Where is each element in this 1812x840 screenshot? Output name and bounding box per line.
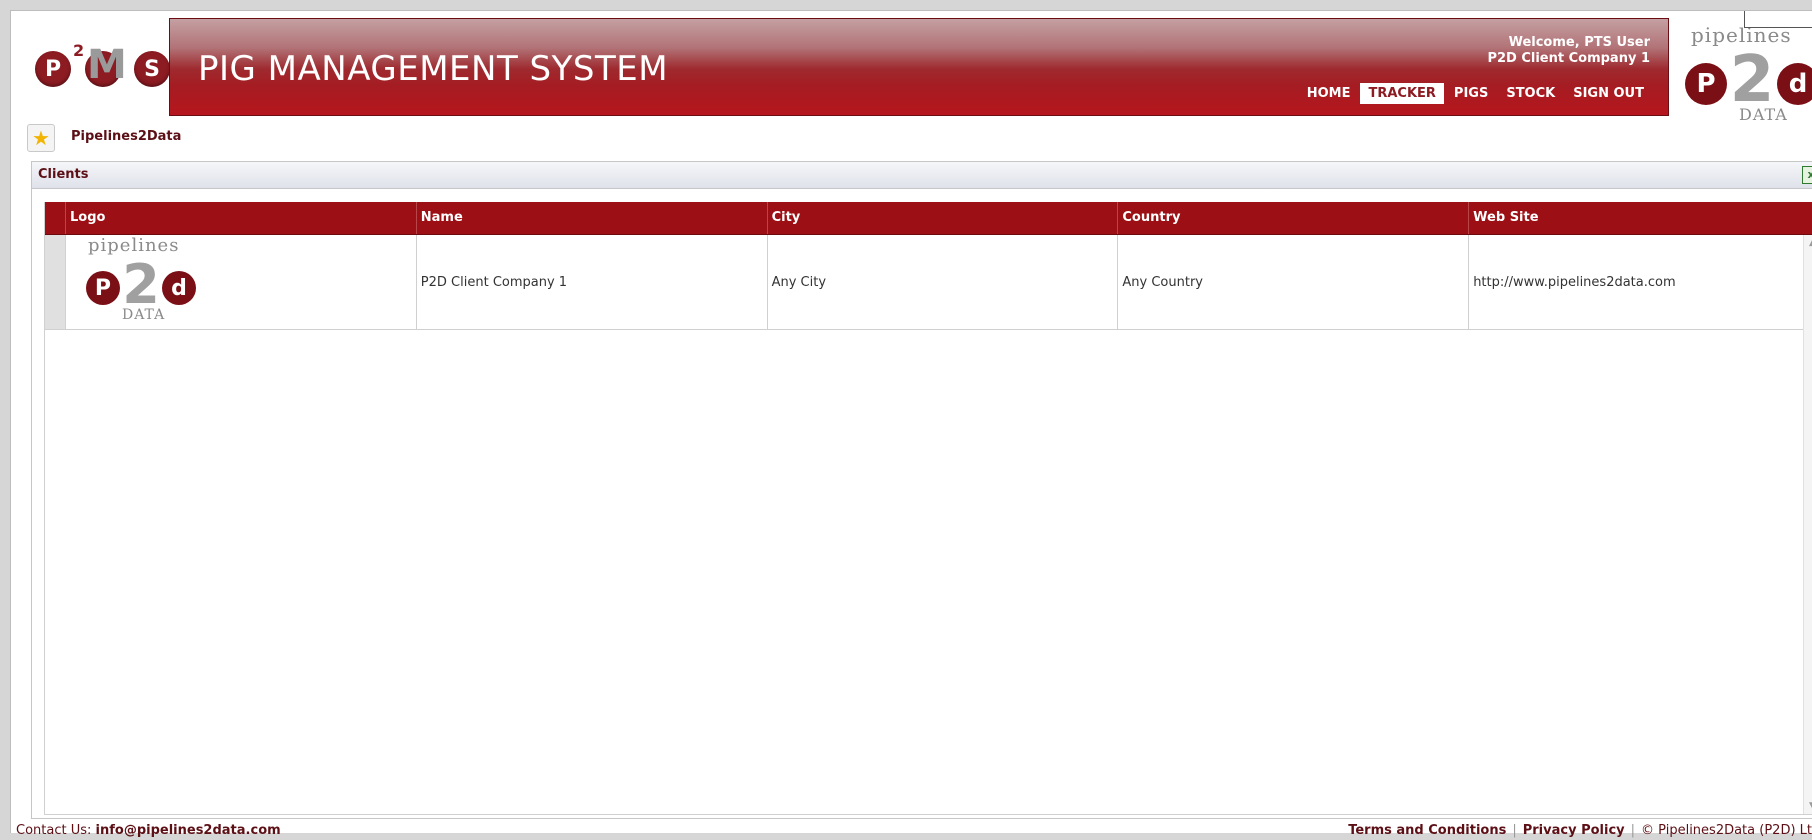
main-nav: HOME TRACKER PIGS STOCK SIGN OUT: [1299, 83, 1652, 104]
clients-panel: Clients x Logo Name City Country Web Sit…: [31, 161, 1812, 819]
p2d-logo-p: P: [1685, 63, 1727, 105]
nav-pigs[interactable]: PIGS: [1446, 83, 1496, 104]
client-logo: pipelines P 2 d DATA: [85, 235, 206, 327]
contact-email-link[interactable]: info@pipelines2data.com: [96, 823, 281, 838]
column-header-name[interactable]: Name: [417, 202, 768, 234]
footer-separator: |: [1512, 823, 1517, 838]
contact-label: Contact Us:: [16, 823, 92, 838]
table-row[interactable]: pipelines P 2 d DATA P2D Client Company …: [45, 235, 1812, 330]
footer-links: Terms and Conditions | Privacy Policy | © Pi…: [1348, 823, 1812, 839]
grid-header-row: Logo Name City Country Web Site: [45, 202, 1812, 235]
footer: Contact Us: info@pipelines2data.com Term…: [16, 823, 1812, 839]
cell-city: Any City: [768, 235, 1119, 329]
column-header-website[interactable]: Web Site: [1469, 202, 1812, 234]
nav-stock[interactable]: STOCK: [1498, 83, 1563, 104]
welcome-company: P2D Client Company 1: [1487, 51, 1650, 66]
excel-export-icon[interactable]: x: [1802, 166, 1812, 184]
welcome-user: Welcome, PTS User: [1508, 35, 1650, 50]
nav-sign-out[interactable]: SIGN OUT: [1565, 83, 1652, 104]
panel-title: Clients: [38, 167, 89, 182]
grid-scrollbar[interactable]: ▲ ▼: [1803, 235, 1812, 814]
pms-logo-m: M: [87, 42, 127, 88]
breadcrumb[interactable]: Pipelines2Data: [71, 129, 181, 144]
p2d-logo-d: d: [1777, 63, 1812, 105]
cell-logo: pipelines P 2 d DATA: [66, 235, 417, 329]
pms-logo-superscript: 2: [73, 41, 85, 60]
client-logo-word-bottom: DATA: [121, 307, 166, 323]
terms-link[interactable]: Terms and Conditions: [1348, 823, 1506, 838]
scroll-down-icon[interactable]: ▼: [1804, 798, 1812, 814]
cell-website[interactable]: http://www.pipelines2data.com: [1469, 235, 1812, 329]
star-icon[interactable]: ★: [27, 124, 55, 152]
nav-tracker[interactable]: TRACKER: [1360, 83, 1444, 104]
client-logo-p: P: [85, 271, 120, 305]
pms-logo[interactable]: P 2 M S: [23, 41, 173, 101]
scroll-up-icon[interactable]: ▲: [1804, 235, 1812, 251]
copyright-text: © Pipelines2Data (P2D) Lt: [1641, 823, 1812, 838]
cell-name: P2D Client Company 1: [417, 235, 768, 329]
column-header-logo[interactable]: Logo: [66, 202, 417, 234]
footer-separator: |: [1630, 823, 1636, 838]
clients-grid: Logo Name City Country Web Site pipeline…: [44, 202, 1812, 815]
row-selector[interactable]: [45, 235, 66, 329]
nav-home[interactable]: HOME: [1299, 83, 1359, 104]
page: P 2 M S PIG MANAGEMENT SYSTEM Welcome, P…: [10, 10, 1812, 833]
column-header-country[interactable]: Country: [1118, 202, 1470, 234]
client-logo-d: d: [161, 271, 196, 305]
window-corner-box: [1744, 11, 1812, 28]
pms-logo-p: P: [35, 51, 71, 87]
header-bar: PIG MANAGEMENT SYSTEM Welcome, PTS User …: [169, 18, 1669, 116]
p2d-logo[interactable]: pipelines P 2 d DATA: [1683, 23, 1812, 127]
client-logo-2: 2: [122, 253, 160, 316]
cell-country: Any Country: [1118, 235, 1470, 329]
pms-logo-s: S: [134, 51, 170, 87]
grid-header-spacer: [45, 202, 66, 234]
footer-contact: Contact Us: info@pipelines2data.com: [16, 823, 281, 839]
app-title: PIG MANAGEMENT SYSTEM: [198, 49, 669, 89]
welcome-text: Welcome, PTS User P2D Client Company 1: [1487, 35, 1650, 67]
privacy-link[interactable]: Privacy Policy: [1523, 823, 1625, 838]
p2d-logo-word-bottom: DATA: [1739, 105, 1788, 124]
panel-header: Clients x: [32, 162, 1812, 189]
column-header-city[interactable]: City: [768, 202, 1119, 234]
